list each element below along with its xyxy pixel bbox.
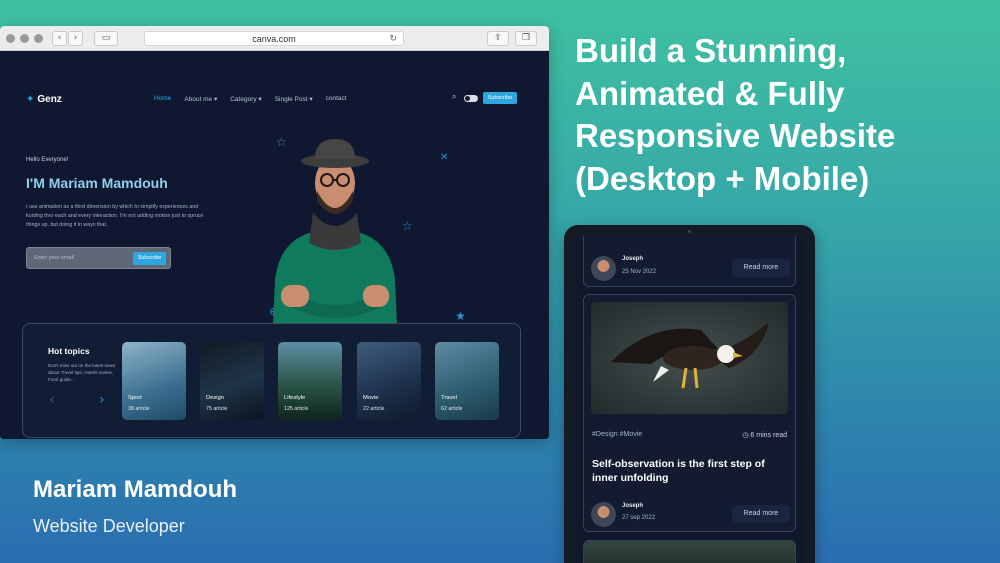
hero-description: I use animation as a third dimension by …: [26, 204, 204, 228]
article-card-next: [583, 540, 796, 563]
site-nav: Home About me ▾ Category ▾ Single Post ▾…: [154, 95, 347, 103]
read-more-button[interactable]: Read more: [732, 505, 790, 523]
avatar: [591, 502, 616, 527]
email-input[interactable]: Enter your email: [34, 255, 74, 261]
url-text: canva.com: [252, 34, 296, 44]
topic-card-count: 75 article: [206, 406, 228, 412]
theme-toggle[interactable]: [464, 95, 478, 102]
hot-topics-section: Hot topics Don't miss out on the latest …: [22, 323, 521, 438]
hero-greeting: Hello Everyone!: [26, 157, 69, 163]
browser-toolbar: ‹ › ▭ canva.com ↻ ⇪ ❐: [0, 26, 549, 51]
article-date: 27 sep 2022: [622, 515, 656, 521]
article-card-top: Joseph 25 Nov 2022 Read more: [583, 236, 796, 287]
nav-contact[interactable]: contact: [326, 95, 347, 103]
topic-card-design[interactable]: Design 75 article: [200, 342, 264, 420]
window-maximize-dot[interactable]: [34, 34, 43, 43]
hot-topics-title: Hot topics: [48, 346, 90, 356]
author-name-small: Joseph: [622, 256, 644, 262]
topic-card-lifestyle[interactable]: Lifestyle 125 article: [278, 342, 342, 420]
website-preview: ✦ Genz Home About me ▾ Category ▾ Single …: [0, 51, 549, 439]
clock-icon: ◷: [742, 431, 749, 439]
tabs-icon[interactable]: ❐: [515, 31, 537, 46]
browser-window: ‹ › ▭ canva.com ↻ ⇪ ❐ ✦ Genz Home About m…: [0, 26, 549, 439]
hero-title: I'M Mariam Mamdouh: [26, 175, 168, 191]
forward-icon[interactable]: ›: [68, 31, 83, 46]
hot-topics-description: Don't miss out on the latest news about …: [48, 363, 116, 382]
article-tags[interactable]: #Design #Movie: [592, 431, 642, 438]
topic-card-sport[interactable]: Sport 38 article: [122, 342, 186, 420]
reload-icon[interactable]: ↻: [389, 32, 397, 46]
logo-text: Genz: [37, 94, 62, 105]
topic-card-title: Design: [206, 395, 225, 401]
author-name-small: Joseph: [622, 503, 644, 509]
headline: Build a Stunning, Animated & Fully Respo…: [575, 32, 896, 197]
nav-category[interactable]: Category ▾: [230, 95, 261, 103]
share-icon[interactable]: ⇪: [487, 31, 509, 46]
article-title[interactable]: Self-observation is the first step of in…: [592, 458, 787, 485]
search-icon[interactable]: ⌕: [452, 92, 456, 102]
topic-card-count: 125 article: [284, 406, 309, 412]
read-more-button[interactable]: Read more: [732, 259, 790, 277]
nav-home[interactable]: Home: [154, 95, 171, 103]
topic-card-count: 22 article: [363, 406, 385, 412]
carousel-next-icon[interactable]: ›: [99, 392, 105, 408]
topic-card-title: Lifestyle: [284, 395, 306, 401]
window-minimize-dot[interactable]: [20, 34, 29, 43]
article-image: [591, 302, 788, 414]
topic-card-count: 62 article: [441, 406, 463, 412]
sidebar-toggle-icon[interactable]: ▭: [94, 31, 118, 46]
window-close-dot[interactable]: [6, 34, 15, 43]
camera-icon: [688, 230, 691, 233]
topic-card-title: Sport: [128, 395, 142, 401]
author-role: Website Developer: [33, 516, 185, 536]
logo-icon: ✦: [26, 94, 35, 105]
subscribe-button[interactable]: Subscribe: [133, 252, 166, 265]
topic-card-title: Travel: [441, 395, 457, 401]
nav-about[interactable]: About me ▾: [184, 95, 217, 103]
tablet-device: Joseph 25 Nov 2022 Read more #Design #Mo…: [564, 225, 815, 563]
article-card: #Design #Movie ◷ 6 mins read Self-observ…: [583, 294, 796, 532]
avatar: [591, 256, 616, 281]
carousel-prev-icon[interactable]: ‹: [49, 392, 55, 408]
read-time: ◷ 6 mins read: [742, 431, 787, 439]
site-logo[interactable]: ✦ Genz: [26, 94, 62, 105]
topic-card-count: 38 article: [128, 406, 150, 412]
star-filled-icon: ★: [455, 309, 466, 323]
tablet-screen: Joseph 25 Nov 2022 Read more #Design #Mo…: [574, 236, 805, 563]
nav-single-post[interactable]: Single Post ▾: [275, 95, 313, 103]
back-icon[interactable]: ‹: [52, 31, 67, 46]
hero-portrait: [273, 139, 397, 325]
address-bar[interactable]: canva.com ↻: [144, 31, 404, 46]
topic-card-travel[interactable]: Travel 62 article: [435, 342, 499, 420]
subscribe-button-top[interactable]: Subscribe: [483, 92, 517, 104]
article-date: 25 Nov 2022: [622, 269, 657, 275]
cross-icon: ✕: [440, 152, 449, 163]
topic-card-title: Movie: [363, 395, 379, 401]
read-time-text: 6 mins read: [750, 432, 787, 439]
email-form: Enter your email Subscribe: [26, 247, 171, 269]
author-name: Mariam Mamdouh: [33, 476, 238, 503]
topic-card-movie[interactable]: Movie 22 article: [357, 342, 421, 420]
